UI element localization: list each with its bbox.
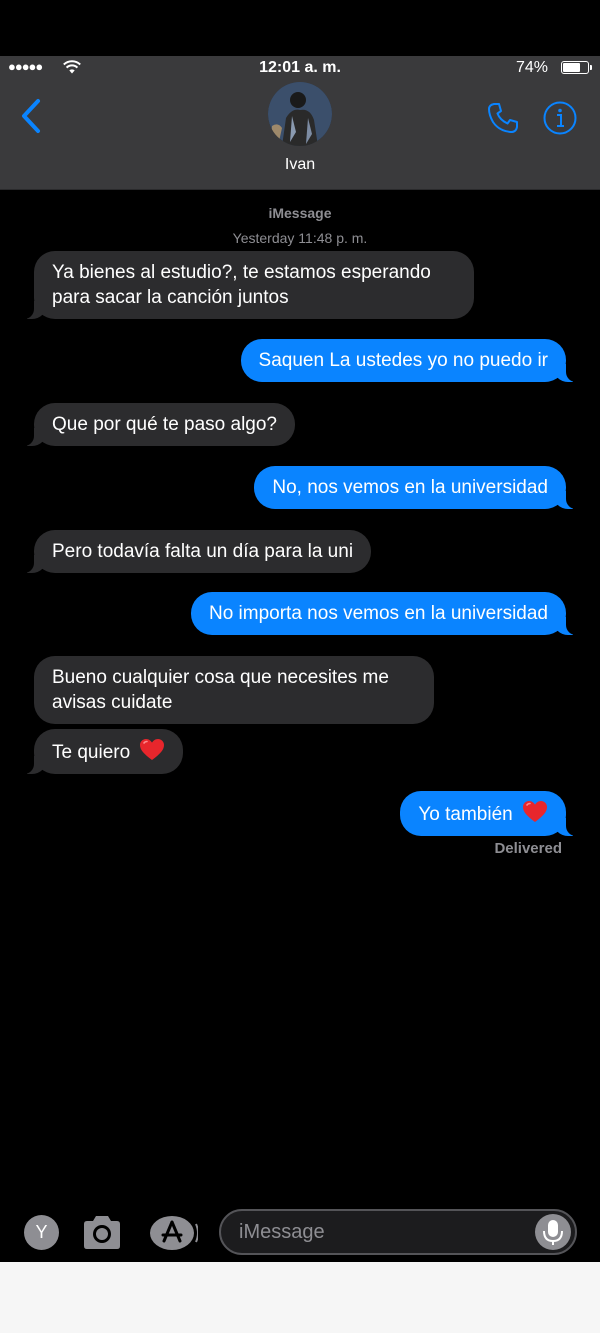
message-text: Que por qué te paso algo? <box>52 414 278 435</box>
heart-emoji <box>523 801 547 822</box>
message-text: Ya bienes al estudio?, te estamos espera… <box>52 262 431 308</box>
camera-icon <box>84 1216 120 1249</box>
compose-toolbar: Y <box>0 1200 600 1262</box>
battery-level <box>563 63 581 72</box>
camera-button[interactable] <box>80 1214 124 1252</box>
call-button[interactable] <box>485 100 521 136</box>
battery-icon <box>561 61 592 74</box>
status-time: 12:01 a. m. <box>259 59 341 76</box>
message-text: Saquen La ustedes yo no puedo ir <box>258 350 548 371</box>
conversation-header: Ivan <box>0 82 600 190</box>
y-button[interactable]: Y <box>24 1215 59 1250</box>
message-bubble-outgoing[interactable]: No, nos vemos en la universidad <box>254 466 579 509</box>
info-icon <box>543 101 577 135</box>
microphone-button[interactable] <box>535 1214 571 1250</box>
message-text: Te quiero <box>52 742 131 763</box>
contact-name[interactable]: Ivan <box>0 156 600 174</box>
thread-timestamp: Yesterday 11:48 p. m. <box>232 230 368 246</box>
app-store-button[interactable] <box>148 1214 199 1252</box>
message-bubble-outgoing[interactable]: No importa nos vemos en la universidad <box>190 592 580 635</box>
home-area <box>0 1262 600 1333</box>
service-label: iMessage <box>268 205 332 221</box>
status-bar: ●●●●● 12:01 a. m. 74% <box>0 56 600 82</box>
avatar-photo <box>268 82 332 146</box>
contact-avatar[interactable] <box>268 82 332 146</box>
message-text: Bueno cualquier cosa que necesites me av… <box>52 667 389 713</box>
back-chevron-icon <box>22 99 40 133</box>
message-input-container[interactable] <box>219 1209 577 1255</box>
heart-emoji <box>140 739 165 760</box>
message-bubble-incoming[interactable]: Te quiero <box>20 729 184 774</box>
message-input[interactable] <box>239 1211 519 1253</box>
microphone-icon <box>543 1220 563 1245</box>
phone-icon <box>488 103 518 133</box>
message-bubble-outgoing[interactable]: Yo también <box>400 791 579 836</box>
message-text: Yo también <box>418 804 513 825</box>
message-bubble-incoming[interactable]: Bueno cualquier cosa que necesites me av… <box>34 656 434 724</box>
message-bubble-incoming[interactable]: Pero todavía falta un día para la uni <box>20 530 372 573</box>
app-store-icon <box>150 1216 199 1250</box>
battery-percentage: 74% <box>515 59 548 76</box>
message-bubble-outgoing[interactable]: Saquen La ustedes yo no puedo ir <box>240 339 580 382</box>
message-bubble-incoming[interactable]: Que por qué te paso algo? <box>20 403 296 446</box>
message-text: Pero todavía falta un día para la uni <box>52 541 354 562</box>
message-text: No importa nos vemos en la universidad <box>208 603 548 624</box>
message-text: No, nos vemos en la universidad <box>272 477 548 498</box>
back-button[interactable] <box>18 98 48 134</box>
message-bubble-incoming[interactable]: Ya bienes al estudio?, te estamos espera… <box>21 251 474 319</box>
info-button[interactable] <box>543 101 577 135</box>
delivery-status: Delivered <box>494 840 562 857</box>
screen: ●●●●● 12:01 a. m. 74% Ivan iMessage Yest… <box>0 0 600 1262</box>
